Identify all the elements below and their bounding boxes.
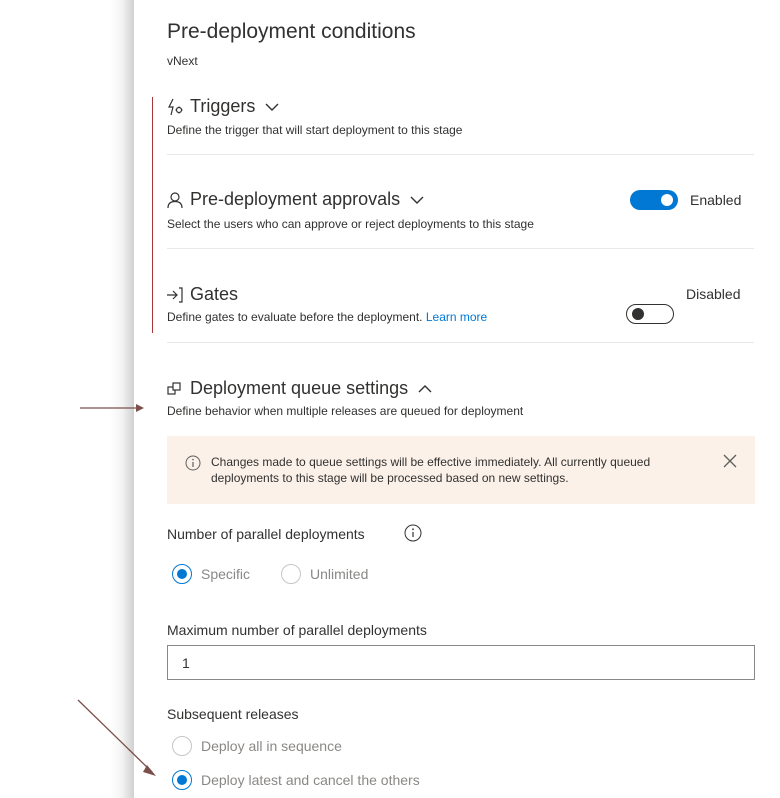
annotation-arrow [77, 699, 156, 776]
annotation-arrows [77, 404, 156, 776]
annotation-arrow [80, 404, 144, 412]
